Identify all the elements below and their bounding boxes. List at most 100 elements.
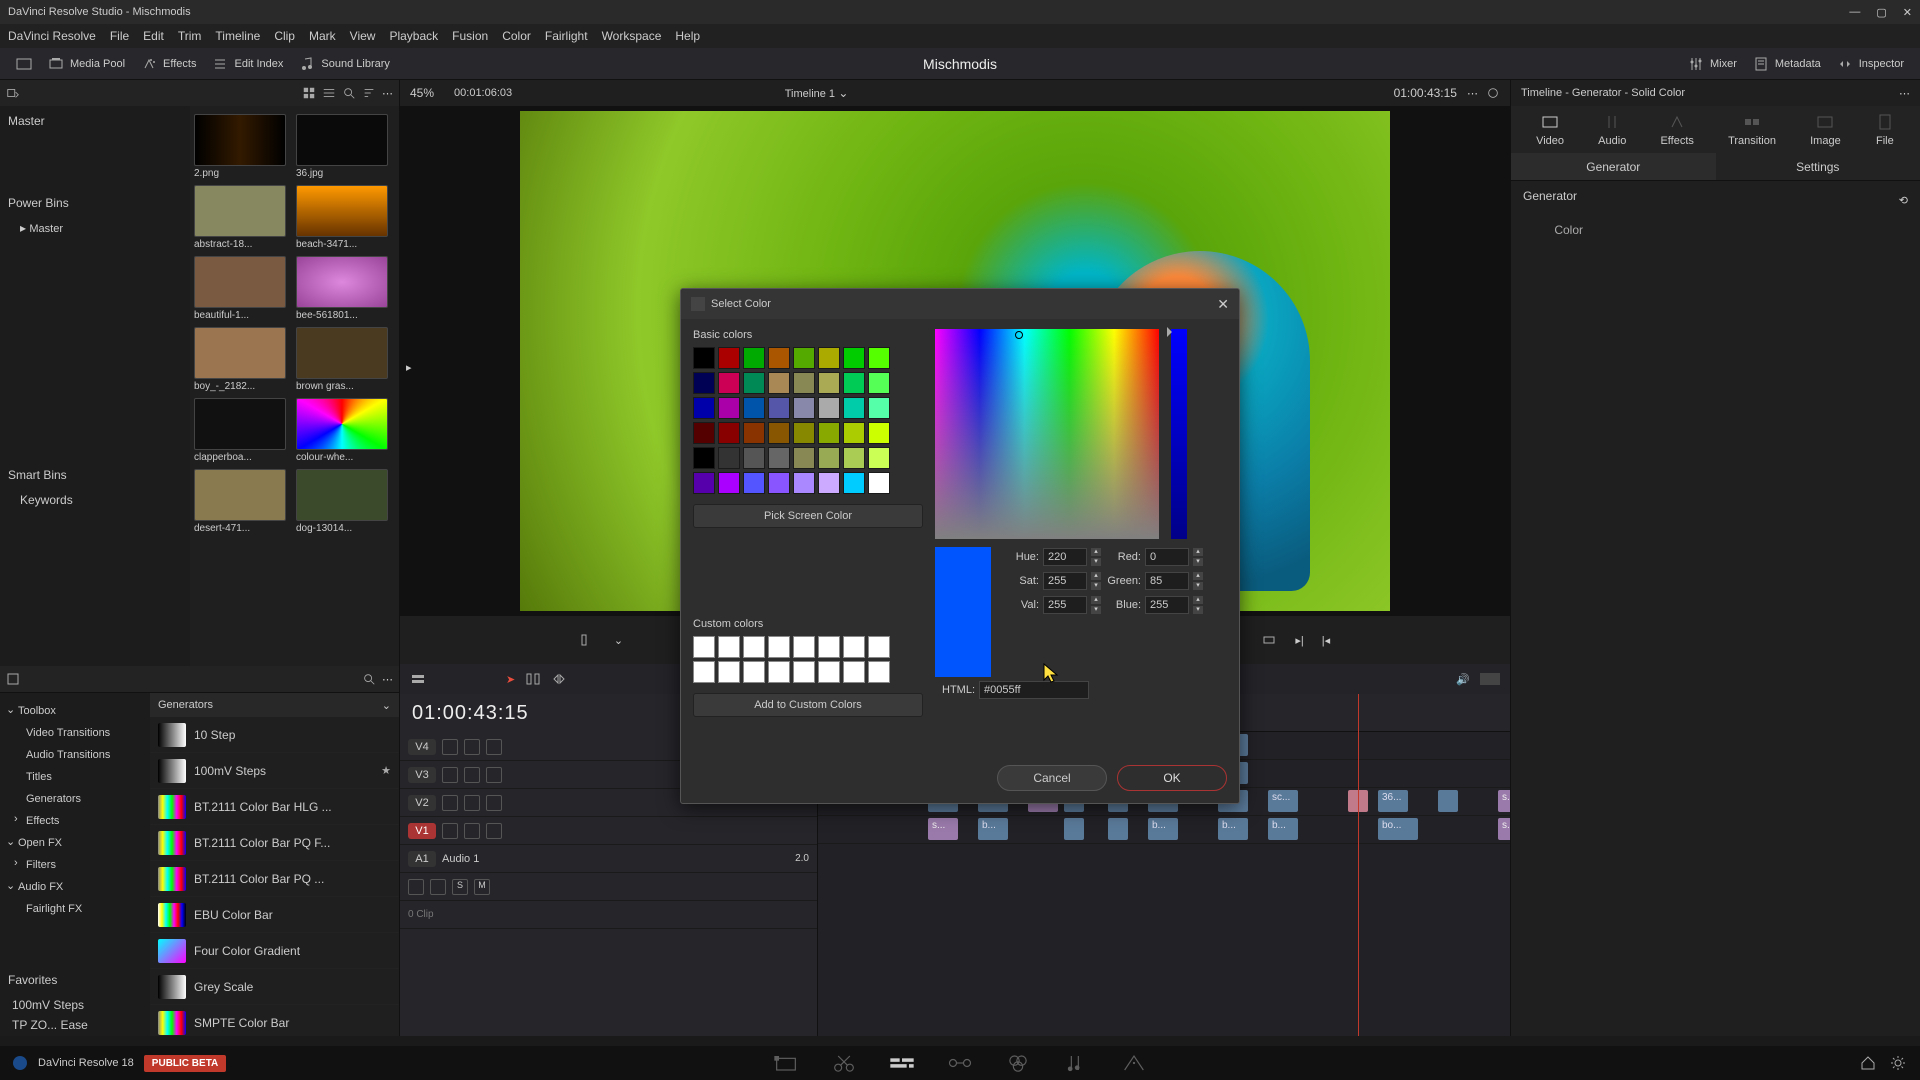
volume-slider[interactable] [1480, 673, 1500, 685]
color-page-icon[interactable] [1004, 1051, 1032, 1075]
generator-item[interactable]: 10 Step [150, 717, 399, 753]
media-pool-button[interactable]: Media Pool [40, 52, 133, 76]
basic-color-swatch[interactable] [793, 447, 815, 469]
menu-color[interactable]: Color [502, 29, 531, 43]
bin-power-master[interactable]: ▸ Master [8, 218, 182, 238]
more-icon[interactable]: ⋯ [1467, 87, 1478, 100]
basic-color-swatch[interactable] [843, 472, 865, 494]
menu-clip[interactable]: Clip [274, 29, 295, 43]
menu-file[interactable]: File [110, 29, 129, 43]
spin-down-icon[interactable]: ▾ [1193, 558, 1203, 566]
spin-up-icon[interactable]: ▴ [1091, 572, 1101, 580]
basic-color-swatch[interactable] [768, 372, 790, 394]
auto-select-icon[interactable] [464, 795, 480, 811]
basic-color-swatch[interactable] [793, 372, 815, 394]
basic-color-swatch[interactable] [743, 372, 765, 394]
spin-down-icon[interactable]: ▾ [1091, 606, 1101, 614]
fx-cat-effects[interactable]: ›Effects [4, 809, 146, 831]
custom-swatch[interactable] [818, 636, 840, 658]
basic-color-swatch[interactable] [693, 422, 715, 444]
media-thumb[interactable]: 2.png [194, 114, 286, 179]
timeline-clip[interactable] [1108, 818, 1128, 840]
dynamic-trim-icon[interactable] [551, 671, 567, 687]
basic-color-swatch[interactable] [743, 422, 765, 444]
sound-library-button[interactable]: Sound Library [291, 52, 398, 76]
media-thumb[interactable]: beautiful-1... [194, 256, 286, 321]
timeline-clip[interactable]: bo... [1378, 818, 1418, 840]
fx-cat-openfx[interactable]: ⌄Open FX [4, 831, 146, 853]
color-swatch[interactable] [1591, 221, 1625, 239]
maximize-icon[interactable]: ▢ [1876, 6, 1886, 19]
gear-icon[interactable] [1890, 1055, 1906, 1071]
red-input[interactable] [1145, 548, 1189, 566]
collapse-icon[interactable]: ⌄ [382, 699, 391, 712]
timeline-clip[interactable]: b... [1218, 818, 1248, 840]
solo-icon[interactable]: S [452, 879, 468, 895]
timeline-clip[interactable]: b... [978, 818, 1008, 840]
menu-playback[interactable]: Playback [389, 29, 438, 43]
enable-track-icon[interactable] [486, 739, 502, 755]
spin-up-icon[interactable]: ▴ [1193, 572, 1203, 580]
pick-screen-color-button[interactable]: Pick Screen Color [693, 504, 923, 528]
spin-up-icon[interactable]: ▴ [1091, 596, 1101, 604]
basic-color-swatch[interactable] [743, 447, 765, 469]
basic-color-swatch[interactable] [793, 397, 815, 419]
loop-icon[interactable] [1261, 632, 1277, 648]
basic-color-swatch[interactable] [868, 372, 890, 394]
expand-button[interactable] [8, 52, 40, 76]
generator-item[interactable]: Four Color Gradient [150, 933, 399, 969]
enable-track-icon[interactable] [486, 795, 502, 811]
menu-davinci[interactable]: DaVinci Resolve [8, 29, 96, 43]
basic-color-swatch[interactable] [868, 397, 890, 419]
enable-track-icon[interactable] [486, 767, 502, 783]
basic-color-swatch[interactable] [718, 447, 740, 469]
custom-swatch[interactable] [693, 636, 715, 658]
basic-color-swatch[interactable] [693, 397, 715, 419]
fav-item[interactable]: 100mV Steps [12, 995, 138, 1015]
go-to-start-icon[interactable]: |◂ [1322, 634, 1330, 647]
fav-item[interactable]: TP ZO... Ease [12, 1015, 138, 1035]
basic-color-swatch[interactable] [693, 372, 715, 394]
val-input[interactable] [1043, 596, 1087, 614]
basic-color-swatch[interactable] [768, 422, 790, 444]
deliver-page-icon[interactable] [1120, 1051, 1148, 1075]
basic-color-swatch[interactable] [818, 372, 840, 394]
audio-track-header[interactable]: A1Audio 12.0 [400, 845, 817, 873]
basic-color-swatch[interactable] [768, 347, 790, 369]
basic-color-swatch[interactable] [743, 472, 765, 494]
close-icon[interactable]: ✕ [1903, 6, 1912, 19]
cancel-button[interactable]: Cancel [997, 765, 1107, 791]
insp-tab-file[interactable]: File [1875, 112, 1895, 147]
arrow-tool-icon[interactable]: ➤ [506, 673, 515, 686]
bin-master[interactable]: Master [8, 114, 182, 128]
lock-icon[interactable] [408, 879, 424, 895]
lock-icon[interactable] [442, 795, 458, 811]
menu-mark[interactable]: Mark [309, 29, 336, 43]
basic-color-swatch[interactable] [793, 347, 815, 369]
fx-cat-atrans[interactable]: Audio Transitions [4, 743, 146, 765]
metadata-button[interactable]: Metadata [1745, 52, 1829, 76]
basic-color-swatch[interactable] [718, 422, 740, 444]
lock-icon[interactable] [442, 823, 458, 839]
volume-icon[interactable]: 🔊 [1456, 673, 1470, 686]
basic-color-swatch[interactable] [843, 447, 865, 469]
search-icon[interactable] [362, 672, 376, 686]
basic-color-swatch[interactable] [718, 372, 740, 394]
menu-view[interactable]: View [350, 29, 376, 43]
custom-swatch[interactable] [718, 636, 740, 658]
basic-color-swatch[interactable] [818, 347, 840, 369]
spin-down-icon[interactable]: ▾ [1091, 558, 1101, 566]
insp-subtab-settings[interactable]: Settings [1716, 153, 1920, 180]
basic-color-swatch[interactable] [868, 347, 890, 369]
media-thumb[interactable]: abstract-18... [194, 185, 286, 250]
fx-expand-icon[interactable] [6, 672, 20, 686]
basic-color-swatch[interactable] [843, 422, 865, 444]
insp-tab-image[interactable]: Image [1810, 112, 1841, 147]
basic-color-swatch[interactable] [718, 472, 740, 494]
media-thumb[interactable]: beach-3471... [296, 185, 388, 250]
custom-swatch[interactable] [768, 636, 790, 658]
sat-input[interactable] [1043, 572, 1087, 590]
hue-input[interactable] [1043, 548, 1087, 566]
search-icon[interactable] [342, 86, 356, 100]
auto-select-icon[interactable] [464, 767, 480, 783]
